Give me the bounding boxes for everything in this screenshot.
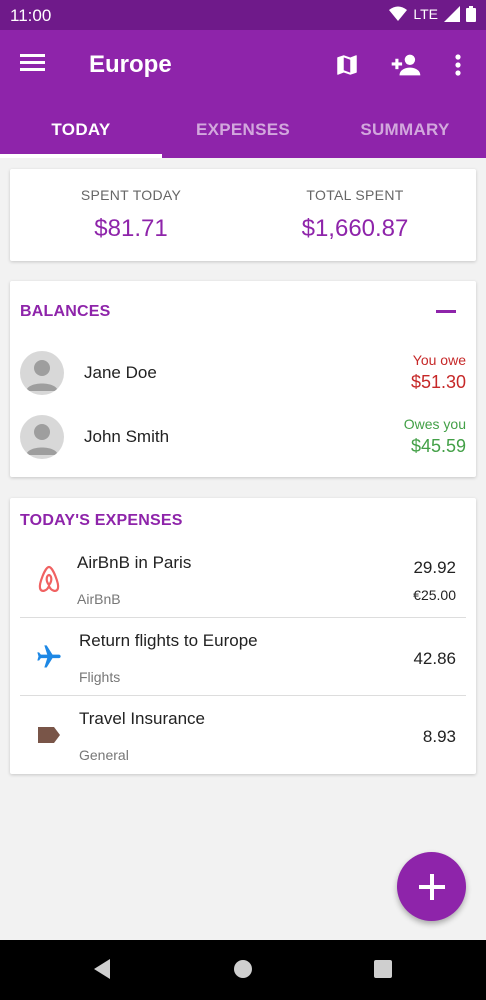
expense-amount: 42.86: [413, 649, 456, 668]
balance-status: You owe: [412, 352, 466, 368]
balance-name: John Smith: [84, 427, 170, 446]
avatar: [20, 351, 64, 395]
expense-title: Travel Insurance: [79, 709, 205, 728]
app-bar: Europe TODAY EXPENSES SUMMARY: [0, 30, 486, 158]
add-person-icon[interactable]: [388, 48, 424, 82]
tab-summary[interactable]: SUMMARY: [324, 110, 486, 158]
total-spent: TOTAL SPENT $1,660.87: [255, 187, 455, 243]
summary-card: SPENT TODAY $81.71 TOTAL SPENT $1,660.87: [10, 169, 476, 261]
home-icon[interactable]: [233, 958, 253, 985]
add-icon: [418, 873, 445, 900]
tab-bar: TODAY EXPENSES SUMMARY: [0, 110, 486, 158]
add-expense-button[interactable]: [397, 852, 466, 921]
tab-today[interactable]: TODAY: [0, 110, 162, 158]
expense-category: General: [79, 747, 129, 763]
expense-original-amount: €25.00: [413, 587, 456, 603]
avatar: [20, 415, 64, 459]
balance-status: Owes you: [403, 416, 466, 432]
collapse-icon[interactable]: [436, 310, 456, 313]
status-time: 11:00: [10, 6, 52, 25]
expense-row[interactable]: Return flights to Europe Flights 42.86: [20, 618, 466, 696]
balance-row[interactable]: John Smith Owes you $45.59: [10, 410, 476, 466]
more-vert-icon[interactable]: [440, 48, 476, 82]
expense-title: Return flights to Europe: [79, 631, 258, 650]
recents-icon[interactable]: [373, 958, 393, 985]
expense-row[interactable]: Travel Insurance General 8.93: [20, 696, 466, 774]
spent-today-value: $81.71: [94, 215, 168, 242]
expense-row[interactable]: AirBnB in Paris AirBnB 29.92 €25.00: [20, 540, 466, 618]
expense-amount: 29.92: [413, 558, 456, 577]
airbnb-icon: [34, 564, 64, 594]
todays-expenses-title: TODAY'S EXPENSES: [20, 512, 183, 529]
total-spent-label: TOTAL SPENT: [306, 187, 404, 203]
spent-today-label: SPENT TODAY: [80, 187, 182, 203]
wifi-icon: [389, 6, 408, 21]
balance-amount: $45.59: [410, 436, 466, 456]
expense-category: Flights: [79, 669, 121, 685]
map-icon[interactable]: [329, 48, 365, 82]
expense-title: AirBnB in Paris: [77, 553, 192, 572]
status-bar: 11:00 LTE: [0, 0, 486, 30]
balance-name: Jane Doe: [84, 363, 157, 382]
status-icons: LTE: [389, 6, 476, 22]
system-nav-bar: [0, 940, 486, 1000]
network-type: LTE: [413, 6, 438, 22]
total-spent-value: $1,660.87: [301, 215, 409, 242]
signal-icon: [444, 6, 460, 22]
battery-icon: [466, 6, 476, 22]
spent-today: SPENT TODAY $81.71: [31, 187, 231, 243]
expense-amount: 8.93: [422, 727, 456, 746]
back-icon[interactable]: [92, 958, 112, 985]
tag-icon: [34, 720, 64, 750]
airplane-icon: [34, 642, 64, 672]
expense-category: AirBnB: [77, 591, 121, 607]
todays-expenses-card: TODAY'S EXPENSES AirBnB in Paris AirBnB …: [10, 498, 476, 774]
balance-row[interactable]: Jane Doe You owe $51.30: [10, 346, 476, 402]
balances-title: BALANCES: [20, 303, 111, 320]
page-title: Europe: [89, 51, 172, 78]
balance-amount: $51.30: [410, 372, 466, 392]
menu-icon[interactable]: [20, 52, 50, 76]
tab-expenses[interactable]: EXPENSES: [162, 110, 324, 158]
balances-card: BALANCES Jane Doe You owe $51.30 John Sm…: [10, 281, 476, 477]
